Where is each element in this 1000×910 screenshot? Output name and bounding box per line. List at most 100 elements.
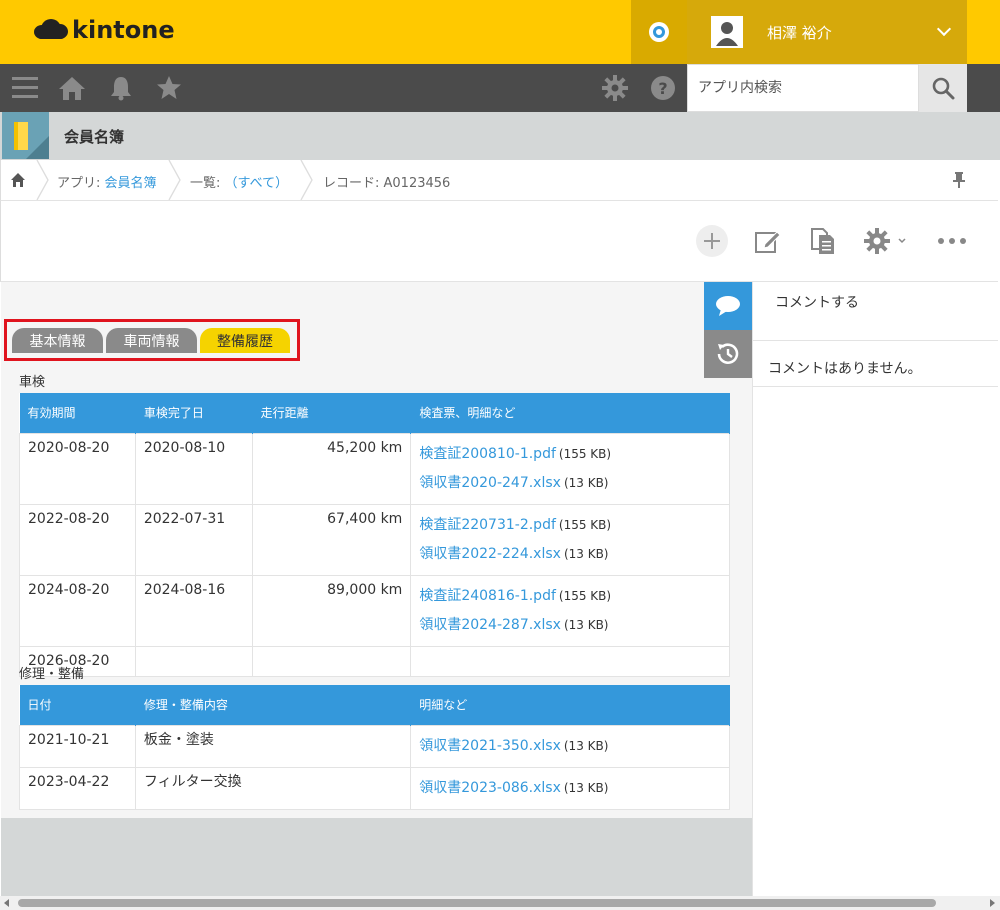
comment-input[interactable]: コメントする <box>775 292 859 312</box>
table-header-row: 有効期間 車検完了日 走行距離 検査票、明細など <box>19 393 730 433</box>
header-filler <box>967 0 1000 64</box>
search-icon <box>932 77 955 100</box>
distance-cell <box>251 645 412 677</box>
duplicate-record-button[interactable] <box>807 225 839 257</box>
attachment-item: 領収書2022-224.xlsx (13 KB) <box>419 540 721 569</box>
inspection-table: 有効期間 車検完了日 走行距離 検査票、明細など 2020-08-20 2020… <box>19 393 730 677</box>
file-size: (13 KB) <box>563 738 609 753</box>
completed-date-cell: 2020-08-10 <box>134 432 253 505</box>
search-input[interactable] <box>688 65 918 111</box>
breadcrumb-separator <box>168 160 181 200</box>
more-options-button[interactable] <box>936 225 968 257</box>
tab-basic-info[interactable]: 基本情報 <box>12 328 103 353</box>
file-size: (13 KB) <box>563 475 609 490</box>
record-toolbar <box>0 201 998 282</box>
app-search-box <box>687 64 919 112</box>
completed-date-cell <box>134 645 253 677</box>
table-row: 2022-08-20 2022-07-31 67,400 km 検査証22073… <box>19 503 730 576</box>
distance-cell: 67,400 km <box>251 503 412 576</box>
chevron-down-icon <box>936 21 952 37</box>
tab-vehicle-info[interactable]: 車両情報 <box>106 328 197 353</box>
user-menu[interactable]: 相澤 裕介 <box>687 0 967 64</box>
attachment-item: 領収書2024-287.xlsx (13 KB) <box>419 611 721 640</box>
file-size: (13 KB) <box>563 546 609 561</box>
completed-date-cell: 2022-07-31 <box>134 503 253 576</box>
star-icon[interactable] <box>155 74 183 102</box>
bell-icon[interactable] <box>107 74 135 102</box>
breadcrumb-app-prefix: アプリ: <box>57 176 101 191</box>
column-header: 車検完了日 <box>135 393 253 433</box>
breadcrumb: アプリ: 会員名簿 一覧: （すべて） レコード: A0123456 <box>0 160 998 201</box>
attachment-item: 領収書2021-350.xlsx (13 KB) <box>419 732 721 761</box>
attachment-item: 検査証240816-1.pdf (155 KB) <box>419 582 721 611</box>
attachment-item: 領収書2020-247.xlsx (13 KB) <box>419 469 721 498</box>
inspection-section-title: 車検 <box>19 375 46 390</box>
breadcrumb-list-link[interactable]: （すべて） <box>225 176 289 191</box>
file-size: (155 KB) <box>558 588 612 603</box>
app-header: 会員名簿 <box>0 112 1000 160</box>
attachment-link[interactable]: 領収書2024-287.xlsx <box>419 617 561 633</box>
add-record-button[interactable] <box>696 225 728 257</box>
horizontal-scrollbar[interactable] <box>0 896 1000 910</box>
edit-record-button[interactable] <box>751 225 783 257</box>
attachment-link[interactable]: 領収書2022-224.xlsx <box>419 546 561 562</box>
menu-icon[interactable] <box>11 74 39 102</box>
search-button[interactable] <box>919 64 967 112</box>
date-cell: 2021-10-21 <box>19 724 136 768</box>
attachments-cell: 検査証240816-1.pdf (155 KB) 領収書2024-287.xlsx… <box>410 574 730 647</box>
gear-icon[interactable] <box>601 74 629 102</box>
attachment-link[interactable]: 領収書2020-247.xlsx <box>419 475 561 491</box>
breadcrumb-list-prefix: 一覧: <box>190 176 221 191</box>
breadcrumb-list: 一覧: （すべて） <box>190 172 288 191</box>
attachment-link[interactable]: 領収書2023-086.xlsx <box>419 780 561 796</box>
attachment-link[interactable]: 検査証240816-1.pdf <box>419 588 556 604</box>
avatar <box>711 16 743 48</box>
comments-tab[interactable] <box>704 282 752 330</box>
breadcrumb-app: アプリ: 会員名簿 <box>57 172 157 191</box>
attachment-item: 領収書2023-086.xlsx (13 KB) <box>419 774 721 803</box>
attachment-link[interactable]: 検査証200810-1.pdf <box>419 446 556 462</box>
column-header: 修理・整備内容 <box>135 685 412 725</box>
column-header: 明細など <box>410 685 730 725</box>
empty-comments-text: コメントはありません。 <box>768 361 922 377</box>
scroll-right-icon[interactable] <box>990 899 995 907</box>
plus-icon <box>696 225 728 257</box>
valid-until-cell: 2020-08-20 <box>19 432 136 505</box>
attachments-cell <box>410 645 730 677</box>
breadcrumb-separator <box>300 160 313 200</box>
tab-maintenance-history[interactable]: 整備履歴 <box>200 328 290 353</box>
attachments-cell: 検査証200810-1.pdf (155 KB) 領収書2020-247.xlsx… <box>410 432 730 505</box>
attachments-cell: 領収書2021-350.xlsx (13 KB) <box>410 724 730 768</box>
content-cell: 板金・塗装 <box>134 724 412 768</box>
home-icon[interactable] <box>10 172 26 192</box>
divider <box>753 386 998 387</box>
valid-until-cell: 2022-08-20 <box>19 503 136 576</box>
distance-cell: 89,000 km <box>251 574 412 647</box>
completed-date-cell: 2024-08-16 <box>134 574 253 647</box>
edit-icon <box>755 231 781 253</box>
table-row: 2024-08-20 2024-08-16 89,000 km 検査証24081… <box>19 574 730 647</box>
date-cell: 2023-04-22 <box>19 766 136 810</box>
breadcrumb-separator <box>36 160 49 200</box>
scroll-left-icon[interactable] <box>4 899 9 907</box>
notification-icon <box>649 22 669 42</box>
attachment-link[interactable]: 検査証220731-2.pdf <box>419 517 556 533</box>
home-icon[interactable] <box>58 74 86 102</box>
repair-section-title: 修理・整備 <box>19 667 85 682</box>
app-icon[interactable] <box>2 112 49 159</box>
attachment-item: 検査証200810-1.pdf (155 KB) <box>419 440 721 469</box>
history-tab[interactable] <box>704 330 752 378</box>
scroll-thumb[interactable] <box>18 899 936 907</box>
breadcrumb-app-link[interactable]: 会員名簿 <box>105 176 157 191</box>
table-row: 2020-08-20 2020-08-10 45,200 km 検査証20081… <box>19 432 730 505</box>
content-cell: フィルター交換 <box>134 766 412 810</box>
record-settings-button[interactable] <box>863 225 911 257</box>
notification-button[interactable] <box>631 0 687 64</box>
attachment-link[interactable]: 領収書2021-350.xlsx <box>419 738 561 754</box>
distance-cell: 45,200 km <box>251 432 412 505</box>
pin-icon[interactable] <box>951 171 967 193</box>
kintone-logo[interactable]: kintone <box>34 16 175 44</box>
copy-icon <box>811 228 834 254</box>
svg-text:?: ? <box>658 79 667 98</box>
help-icon[interactable]: ? <box>649 74 677 102</box>
